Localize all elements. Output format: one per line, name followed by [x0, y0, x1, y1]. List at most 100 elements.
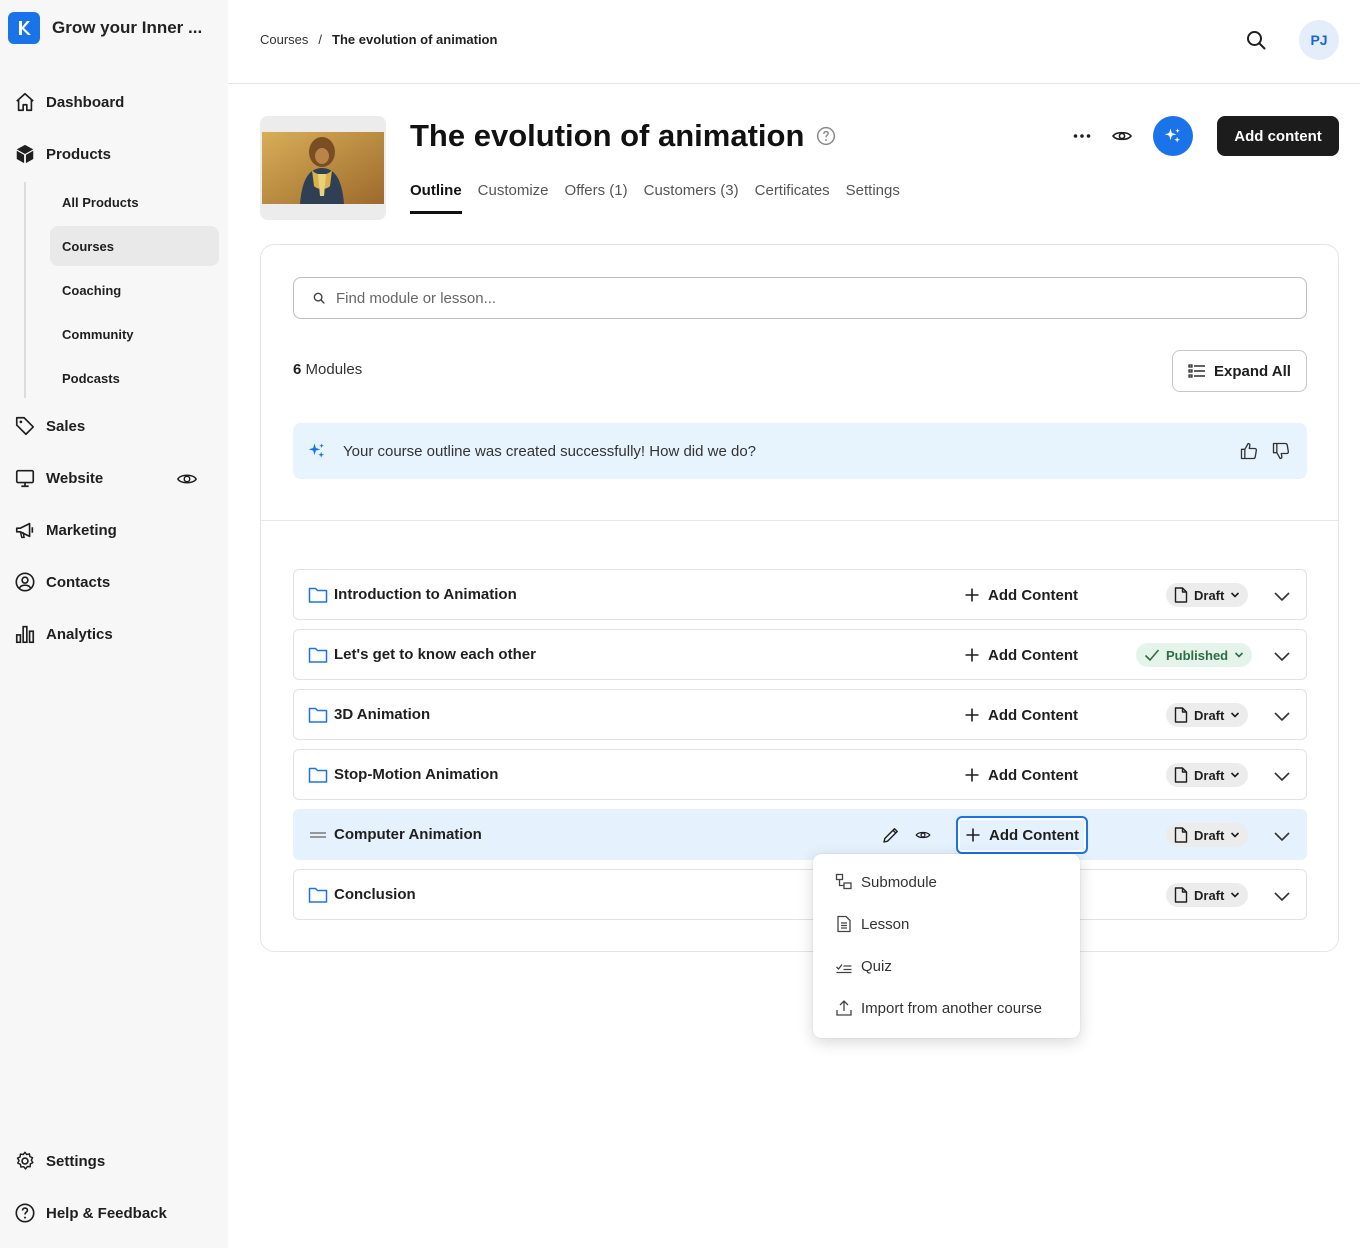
sidebar: Grow your Inner ... Dashboard Products A… — [0, 0, 228, 1248]
plus-icon — [966, 828, 980, 842]
module-row-active[interactable]: Computer Animation Add Content Draft — [293, 809, 1307, 860]
nav-marketing-label: Marketing — [46, 521, 117, 539]
drag-handle-icon[interactable] — [308, 826, 328, 844]
module-row[interactable]: Let's get to know each other Add Content… — [293, 629, 1307, 680]
status-badge[interactable]: Published — [1136, 643, 1253, 667]
plus-icon — [965, 708, 979, 722]
tab-settings[interactable]: Settings — [846, 182, 900, 214]
menu-item-import[interactable]: Import from another course — [835, 996, 1042, 1020]
nav-products[interactable]: Products — [14, 140, 214, 168]
sparkle-icon — [1164, 128, 1181, 143]
expand-all-button[interactable]: Expand All — [1172, 350, 1307, 392]
menu-item-quiz[interactable]: Quiz — [835, 954, 892, 978]
user-circle-icon — [15, 572, 35, 592]
website-eye-icon[interactable] — [176, 468, 198, 490]
sidebar-item-all-products[interactable]: All Products — [50, 182, 219, 222]
help-icon[interactable] — [816, 126, 836, 146]
nav-marketing[interactable]: Marketing — [14, 516, 214, 544]
breadcrumb-current: The evolution of animation — [332, 32, 498, 47]
plus-icon — [965, 648, 979, 662]
more-options-icon[interactable] — [1070, 124, 1094, 148]
status-badge[interactable]: Draft — [1166, 823, 1249, 847]
status-label: Published — [1166, 647, 1229, 663]
chevron-down-icon — [1231, 832, 1240, 838]
status-label: Draft — [1194, 587, 1225, 603]
banner-text: Your course outline was created successf… — [343, 442, 756, 460]
plus-icon — [965, 768, 979, 782]
document-icon — [1174, 827, 1188, 843]
course-thumbnail-image — [260, 116, 386, 220]
sidebar-item-podcasts[interactable]: Podcasts — [50, 358, 219, 398]
nav-help-label: Help & Feedback — [46, 1204, 167, 1222]
search-icon[interactable] — [1244, 28, 1268, 52]
thumbs-up-icon[interactable] — [1239, 441, 1259, 461]
nav-contacts[interactable]: Contacts — [14, 568, 214, 596]
module-row[interactable]: Stop-Motion Animation Add Content Draft — [293, 749, 1307, 800]
add-content-module-button[interactable]: Add Content — [956, 696, 1086, 734]
add-content-module-button[interactable]: Add Content — [956, 636, 1086, 674]
tab-certificates[interactable]: Certificates — [755, 182, 830, 214]
box-icon — [16, 144, 34, 164]
menu-item-submodule[interactable]: Submodule — [835, 870, 937, 894]
module-title: 3D Animation — [334, 706, 431, 723]
lesson-document-icon — [837, 915, 851, 933]
add-content-label: Add Content — [989, 826, 1079, 844]
expand-chevron-icon[interactable] — [1272, 886, 1292, 906]
add-content-label: Add Content — [988, 766, 1078, 784]
expand-chevron-icon[interactable] — [1272, 646, 1292, 666]
module-row[interactable]: Conclusion Draft — [293, 869, 1307, 920]
nav-sales[interactable]: Sales — [14, 412, 214, 440]
brand[interactable]: Grow your Inner ... — [8, 12, 202, 44]
modules-count-label: Modules — [305, 361, 363, 378]
nav-analytics[interactable]: Analytics — [14, 620, 214, 648]
add-content-menu: Submodule Lesson Quiz Import from anothe… — [813, 854, 1080, 1038]
nav-website[interactable]: Website — [14, 464, 214, 492]
nav-settings-label: Settings — [46, 1152, 106, 1170]
nav-dashboard[interactable]: Dashboard — [14, 88, 214, 116]
brand-logo-icon — [8, 12, 40, 44]
modules-count: 6 Modules — [293, 361, 362, 378]
course-thumbnail[interactable] — [260, 116, 386, 220]
help-circle-icon — [15, 1203, 35, 1223]
module-row[interactable]: 3D Animation Add Content Draft — [293, 689, 1307, 740]
avatar[interactable]: PJ — [1299, 20, 1339, 60]
add-content-module-button[interactable]: Add Content — [956, 756, 1086, 794]
module-row[interactable]: Introduction to Animation Add Content Dr… — [293, 569, 1307, 620]
nav-sales-label: Sales — [46, 417, 86, 435]
add-content-module-button[interactable]: Add Content — [956, 816, 1088, 854]
folder-icon — [308, 587, 328, 603]
folder-icon — [308, 767, 328, 783]
menu-item-lesson[interactable]: Lesson — [835, 912, 909, 936]
tab-customize[interactable]: Customize — [478, 182, 549, 214]
sidebar-item-courses[interactable]: Courses — [50, 226, 219, 266]
expand-chevron-icon[interactable] — [1272, 826, 1292, 846]
nav-help[interactable]: Help & Feedback — [14, 1199, 214, 1227]
ai-assistant-button[interactable] — [1153, 116, 1193, 156]
add-content-button[interactable]: Add content — [1217, 116, 1339, 156]
eye-icon[interactable] — [914, 826, 932, 844]
status-badge[interactable]: Draft — [1166, 703, 1249, 727]
folder-icon — [308, 707, 328, 723]
expand-chevron-icon[interactable] — [1272, 706, 1292, 726]
module-search[interactable] — [293, 277, 1307, 319]
add-content-label: Add Content — [988, 706, 1078, 724]
sidebar-item-coaching[interactable]: Coaching — [50, 270, 219, 310]
tab-customers[interactable]: Customers (3) — [644, 182, 739, 214]
breadcrumb-courses[interactable]: Courses — [260, 32, 308, 47]
thumbs-down-icon[interactable] — [1271, 441, 1291, 461]
expand-chevron-icon[interactable] — [1272, 766, 1292, 786]
preview-eye-icon[interactable] — [1110, 124, 1134, 148]
expand-chevron-icon[interactable] — [1272, 586, 1292, 606]
nav-settings[interactable]: Settings — [14, 1147, 214, 1175]
tab-outline[interactable]: Outline — [410, 182, 462, 214]
status-badge[interactable]: Draft — [1166, 763, 1249, 787]
tab-offers[interactable]: Offers (1) — [565, 182, 628, 214]
sidebar-item-community[interactable]: Community — [50, 314, 219, 354]
pencil-icon[interactable] — [882, 826, 900, 844]
module-search-input[interactable] — [336, 289, 1236, 307]
status-badge[interactable]: Draft — [1166, 883, 1249, 907]
submodule-icon — [835, 873, 852, 890]
module-title: Conclusion — [334, 886, 416, 903]
add-content-module-button[interactable]: Add Content — [956, 576, 1086, 614]
status-badge[interactable]: Draft — [1166, 583, 1249, 607]
